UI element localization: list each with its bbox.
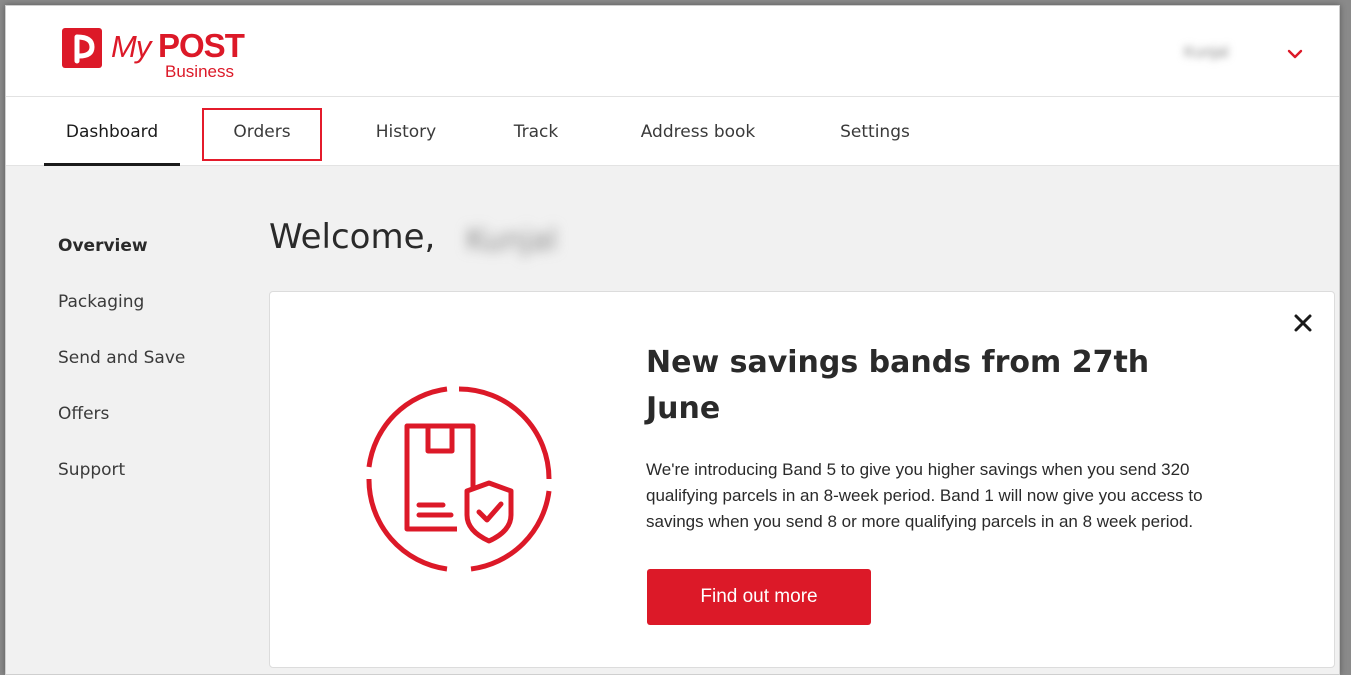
page-title: Welcome, <box>269 217 436 257</box>
tab-orders[interactable]: Orders <box>204 97 320 166</box>
sidebar-item-support[interactable]: Support <box>58 460 125 480</box>
mypost-business-logo[interactable]: My POST Business <box>62 27 262 85</box>
tab-label: Settings <box>840 121 910 142</box>
auspost-logo-icon <box>62 28 102 68</box>
tab-label: Address book <box>640 121 756 142</box>
banner-body: We're introducing Band 5 to give you hig… <box>646 460 1203 531</box>
tab-address-book[interactable]: Address book <box>618 97 778 166</box>
sidebar-item-send-and-save[interactable]: Send and Save <box>58 348 185 368</box>
tab-track[interactable]: Track <box>494 97 578 166</box>
logo-text-post: POST <box>158 27 245 64</box>
chevron-down-icon[interactable] <box>1287 47 1303 59</box>
tab-label: History <box>375 121 437 142</box>
main-nav: Dashboard Orders History Track Address b… <box>6 97 1339 166</box>
welcome-user-name: Kunjal <box>466 223 558 258</box>
user-name[interactable]: Kunjal <box>1184 44 1228 62</box>
tab-dashboard[interactable]: Dashboard <box>44 97 180 166</box>
tab-label: Track <box>513 121 559 142</box>
top-header: My POST Business Kunjal <box>6 6 1339 97</box>
promo-banner: New savings bands from 27th June We're i… <box>269 291 1335 668</box>
parcel-shield-icon <box>361 381 557 577</box>
banner-title: New savings bands from 27th June <box>646 345 1150 426</box>
tab-settings[interactable]: Settings <box>818 97 932 166</box>
find-out-more-button[interactable]: Find out more <box>647 569 871 625</box>
app-window: My POST Business Kunjal Dashboard Orders… <box>5 5 1340 675</box>
close-icon[interactable] <box>1291 311 1315 335</box>
tab-history[interactable]: History <box>356 97 456 166</box>
tab-label: Orders <box>233 121 291 142</box>
logo-text-my: My <box>111 29 151 64</box>
logo-text-business: Business <box>165 62 234 81</box>
sidebar-item-offers[interactable]: Offers <box>58 404 109 424</box>
tab-label: Dashboard <box>65 121 159 142</box>
sidebar-item-packaging[interactable]: Packaging <box>58 292 144 312</box>
sidebar-item-overview[interactable]: Overview <box>58 236 148 256</box>
